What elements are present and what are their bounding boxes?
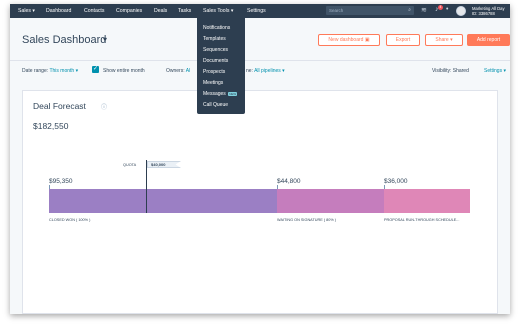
nav-tasks[interactable]: Tasks <box>178 8 191 14</box>
messages-label: Messages <box>203 91 226 97</box>
info-icon[interactable]: ⓘ <box>101 102 107 111</box>
date-range-value[interactable]: This month <box>49 68 74 74</box>
segment-value: $95,350 <box>49 178 73 185</box>
forecast-segment-proposal[interactable] <box>384 189 470 213</box>
nav-contacts[interactable]: Contacts <box>84 8 104 14</box>
pipeline-filter[interactable]: ne: All pipelines ▾ <box>246 68 285 74</box>
nav-companies[interactable]: Companies <box>116 8 142 14</box>
new-dashboard-button[interactable]: New dashboard ▣ <box>318 34 380 46</box>
forecast-total: $182,550 <box>33 121 69 131</box>
entire-month-label: Show entire month <box>103 68 145 74</box>
settings-link[interactable]: Settings ▾ <box>484 68 506 74</box>
entire-month-checkbox[interactable]: ✓ <box>92 66 99 73</box>
visibility-label: Visibility: <box>432 68 452 74</box>
pipeline-label: ne: <box>246 68 253 74</box>
owners-filter[interactable]: Owners: Al <box>166 68 190 74</box>
avatar[interactable] <box>456 6 466 16</box>
sales-tools-menu: Notifications Templates Sequences Docume… <box>197 18 245 114</box>
pipeline-value[interactable]: All pipelines <box>254 68 281 74</box>
page-title[interactable]: Sales Dashboard <box>22 34 106 46</box>
menu-item-sequences[interactable]: Sequences <box>203 47 228 53</box>
nav-sales[interactable]: Sales ▾ <box>18 8 35 14</box>
forecast-segment-waiting-on-signature[interactable] <box>277 189 384 213</box>
share-button[interactable]: Share ▾ <box>425 34 463 46</box>
app-window: Sales ▾ Dashboard Contacts Companies Dea… <box>10 4 510 314</box>
top-nav: Sales ▾ Dashboard Contacts Companies Dea… <box>10 4 510 18</box>
deal-forecast-card: Deal Forecast ⓘ $182,550 QUOTA $40,000 $… <box>22 90 498 314</box>
search-icon: ⌕ <box>408 7 411 13</box>
segment-value: $44,800 <box>277 178 301 185</box>
menu-item-templates[interactable]: Templates <box>203 36 226 42</box>
add-report-button[interactable]: Add report <box>467 34 510 46</box>
menu-item-documents[interactable]: Documents <box>203 58 228 64</box>
account-info[interactable]: Marketing All Day ID: 3386788 <box>472 6 505 16</box>
search-input[interactable]: Search ⌕ <box>326 6 414 15</box>
segment-label: PROPOSAL RUN-THROUGH SCHEDULE... <box>384 218 460 222</box>
export-button[interactable]: Export <box>386 34 420 46</box>
nav-sales-tools[interactable]: Sales Tools ▾ <box>203 8 233 14</box>
menu-item-meetings[interactable]: Meetings <box>203 80 223 86</box>
forecast-segment-closed-won[interactable] <box>49 189 277 213</box>
menu-item-messages[interactable]: Messages NEW <box>203 91 238 97</box>
owners-label: Owners: <box>166 68 185 74</box>
segment-value: $36,000 <box>384 178 408 185</box>
menu-item-call-queue[interactable]: Call Queue <box>203 102 228 108</box>
segment-label: WAITING ON SIGNATURE ( 80% ) <box>277 218 337 222</box>
header-divider <box>10 60 510 61</box>
owners-value[interactable]: Al <box>186 68 190 74</box>
new-badge: NEW <box>228 91 238 96</box>
notification-badge: 4 <box>438 5 443 10</box>
quota-value: $40,000 <box>147 161 181 168</box>
chevron-down-icon[interactable]: ▾ <box>103 35 107 44</box>
nav-settings[interactable]: Settings <box>247 8 266 14</box>
account-name: Marketing All Day <box>472 5 505 11</box>
quota-label: QUOTA <box>123 163 137 167</box>
search-placeholder: Search <box>329 8 344 13</box>
account-id: ID: 3386788 <box>472 10 495 16</box>
nav-dashboard[interactable]: Dashboard <box>46 8 71 14</box>
nav-deals[interactable]: Deals <box>154 8 167 14</box>
help-icon[interactable]: • <box>446 6 448 13</box>
segment-label: CLOSED WON ( 100% ) <box>49 218 91 222</box>
quota-line <box>146 160 147 213</box>
wifi-icon[interactable]: ≋ <box>421 6 427 14</box>
card-title: Deal Forecast <box>33 101 86 111</box>
visibility-value: Shared <box>452 68 469 74</box>
menu-item-notifications[interactable]: Notifications <box>203 25 230 31</box>
menu-item-prospects[interactable]: Prospects <box>203 69 225 75</box>
date-range-label: Date range: <box>22 68 49 74</box>
visibility-filter: Visibility: Shared <box>432 68 469 74</box>
date-range-filter[interactable]: Date range: This month ▾ <box>22 68 78 74</box>
